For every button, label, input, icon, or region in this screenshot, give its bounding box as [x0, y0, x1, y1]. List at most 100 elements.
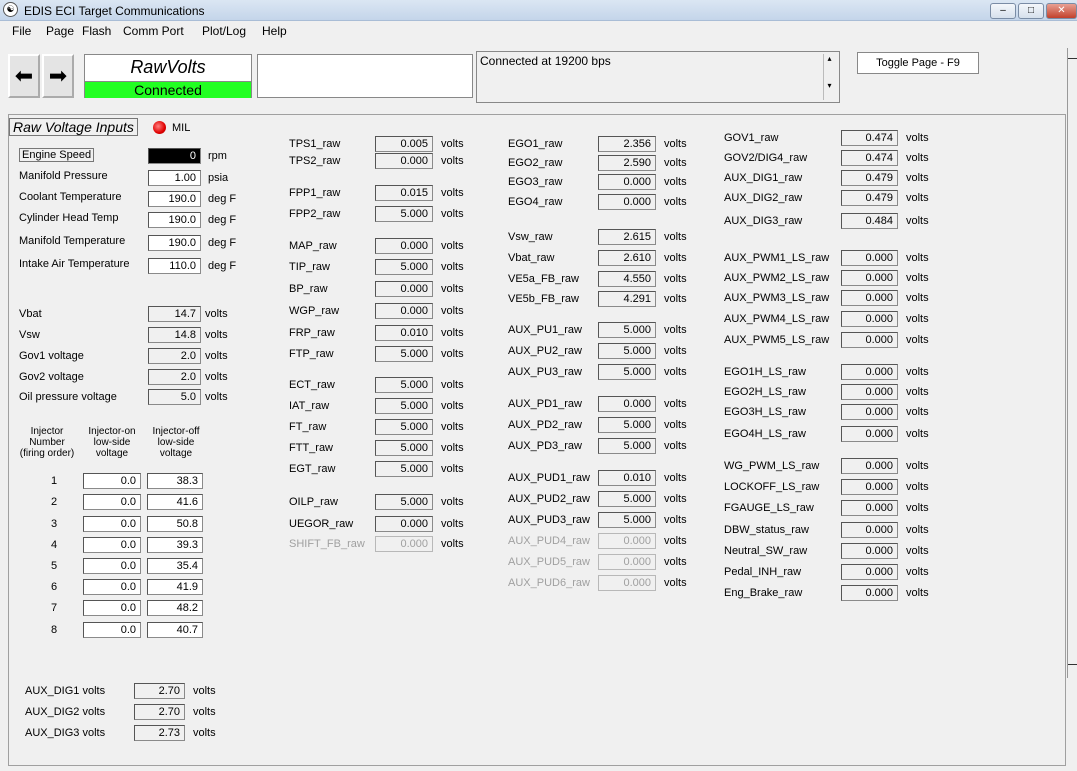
voltage-value: 14.8 — [148, 327, 201, 343]
injector-number: 7 — [51, 602, 58, 614]
col4-signal-unit: volts — [906, 215, 929, 227]
injector-off-voltage: 38.3 — [147, 473, 203, 489]
col4-signal-label: AUX_DIG2_raw — [724, 192, 803, 204]
toggle-page-button[interactable]: Toggle Page - F9 — [857, 52, 979, 74]
col3-signal-value: 5.000 — [598, 438, 656, 454]
col2-signal-label: BP_raw — [289, 283, 328, 295]
col3-signal-unit: volts — [664, 176, 687, 188]
col3-signal-label: AUX_PU3_raw — [508, 366, 582, 378]
col4-signal-value: 0.000 — [841, 404, 898, 420]
message-box — [257, 54, 473, 98]
col3-signal-label: EGO3_raw — [508, 176, 563, 188]
col3-signal-unit: volts — [664, 556, 687, 568]
mil-label: MIL — [172, 122, 191, 134]
app-icon: ☯ — [3, 2, 18, 17]
sensor-value-field[interactable]: 0 — [148, 148, 201, 164]
col4-signal-unit: volts — [906, 192, 929, 204]
col3-signal-label: AUX_PUD6_raw — [508, 577, 590, 589]
sensor-value-field[interactable]: 1.00 — [148, 170, 201, 186]
col3-signal-label: AUX_PUD2_raw — [508, 493, 590, 505]
injector-off-voltage: 40.7 — [147, 622, 203, 638]
col4-signal-label: AUX_PWM2_LS_raw — [724, 272, 830, 284]
menu-flash[interactable]: Flash — [82, 24, 111, 38]
sensor-value-field[interactable]: 190.0 — [148, 235, 201, 251]
col4-signal-unit: volts — [906, 252, 929, 264]
col2-signal-unit: volts — [441, 155, 464, 167]
arrow-right-icon: ➡ — [48, 63, 68, 88]
col2-signal-value: 5.000 — [375, 419, 433, 435]
next-page-button[interactable]: ➡ — [42, 54, 74, 98]
col3-signal-unit: volts — [664, 273, 687, 285]
col4-signal-label: EGO3H_LS_raw — [724, 406, 806, 418]
injector-number: 6 — [51, 581, 58, 593]
col2-signal-value: 0.000 — [375, 238, 433, 254]
mil-indicator-light — [153, 121, 166, 134]
col2-signal-unit: volts — [441, 463, 464, 475]
col4-signal-unit: volts — [906, 132, 929, 144]
col3-signal-label: AUX_PUD3_raw — [508, 514, 590, 526]
side-scrollbar[interactable] — [1067, 48, 1077, 678]
col4-signal-label: DBW_status_raw — [724, 524, 809, 536]
voltage-label: Oil pressure voltage — [19, 391, 117, 403]
col3-signal-unit: volts — [664, 366, 687, 378]
maximize-button[interactable]: □ — [1018, 3, 1044, 19]
sensor-value-field[interactable]: 190.0 — [148, 212, 201, 228]
menu-file[interactable]: File — [12, 24, 31, 38]
col3-signal-unit: volts — [664, 252, 687, 264]
injector-on-voltage: 0.0 — [83, 600, 141, 616]
injector-off-voltage: 48.2 — [147, 600, 203, 616]
col4-signal-value: 0.474 — [841, 150, 898, 166]
minimize-button[interactable]: ‒ — [990, 3, 1016, 19]
col3-signal-value: 0.000 — [598, 533, 656, 549]
col4-signal-unit: volts — [906, 481, 929, 493]
sensor-value-field[interactable]: 190.0 — [148, 191, 201, 207]
prev-page-button[interactable]: ⬅ — [8, 54, 40, 98]
col2-signal-label: FRP_raw — [289, 327, 335, 339]
col2-signal-label: TPS2_raw — [289, 155, 341, 167]
col3-signal-label: Vbat_raw — [508, 252, 555, 264]
menu-help[interactable]: Help — [262, 24, 287, 38]
sensor-label: Engine Speed — [19, 148, 95, 162]
injector-off-voltage: 41.9 — [147, 579, 203, 595]
col4-signal-value: 0.000 — [841, 585, 898, 601]
aux-dig-volts-value: 2.73 — [134, 725, 185, 741]
col2-signal-unit: volts — [441, 348, 464, 360]
col3-signal-value: 0.000 — [598, 575, 656, 591]
injector-number-header: Injector Number (firing order) — [19, 426, 75, 459]
col2-signal-unit: volts — [441, 305, 464, 317]
col3-signal-value: 2.615 — [598, 229, 656, 245]
col3-signal-value: 5.000 — [598, 417, 656, 433]
window-title: EDIS ECI Target Communications — [24, 4, 205, 18]
col3-signal-unit: volts — [664, 196, 687, 208]
sensor-value-field[interactable]: 110.0 — [148, 258, 201, 274]
col3-signal-value: 5.000 — [598, 364, 656, 380]
close-button[interactable]: ✕ — [1046, 3, 1077, 19]
col2-signal-value: 5.000 — [375, 461, 433, 477]
col4-signal-value: 0.000 — [841, 522, 898, 538]
menu-plot-log[interactable]: Plot/Log — [202, 24, 246, 38]
col3-signal-value: 2.610 — [598, 250, 656, 266]
col4-signal-unit: volts — [906, 566, 929, 578]
sensor-label: Manifold Temperature — [19, 235, 126, 247]
col2-signal-value: 5.000 — [375, 346, 433, 362]
menu-page[interactable]: Page — [46, 24, 74, 38]
menu-comm-port[interactable]: Comm Port — [123, 24, 184, 38]
col3-signal-value: 5.000 — [598, 491, 656, 507]
sensor-unit: deg F — [208, 260, 237, 272]
voltage-value: 5.0 — [148, 389, 201, 405]
col2-signal-unit: volts — [441, 240, 464, 252]
col2-signal-value: 0.000 — [375, 153, 433, 169]
status-scrollbar[interactable]: ▴ ▾ — [823, 54, 835, 100]
injector-on-voltage: 0.0 — [83, 494, 141, 510]
col4-signal-value: 0.000 — [841, 270, 898, 286]
col3-signal-unit: volts — [664, 472, 687, 484]
col4-signal-unit: volts — [906, 460, 929, 472]
sensor-unit: rpm — [208, 150, 227, 162]
col4-signal-label: WG_PWM_LS_raw — [724, 460, 820, 472]
col3-signal-unit: volts — [664, 440, 687, 452]
col3-signal-unit: volts — [664, 138, 687, 150]
col4-signal-unit: volts — [906, 587, 929, 599]
col2-signal-value: 0.000 — [375, 516, 433, 532]
col2-signal-label: TIP_raw — [289, 261, 330, 273]
col2-signal-value: 0.005 — [375, 136, 433, 152]
